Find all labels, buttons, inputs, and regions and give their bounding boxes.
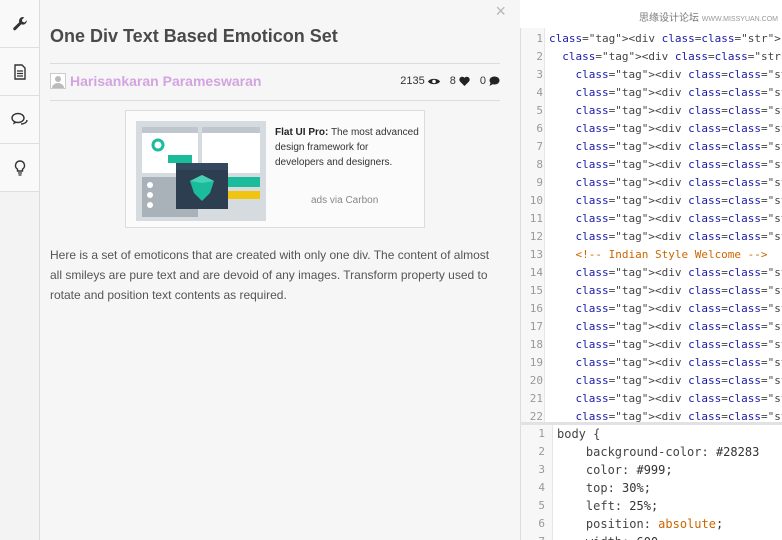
- line-number: 3: [538, 463, 545, 476]
- line-number: 4: [536, 86, 543, 99]
- code-line[interactable]: class="tag"><div class=class="str">"welc…: [549, 266, 782, 279]
- code-line[interactable]: class="tag"><div class=class="str">"oh"c…: [549, 176, 782, 189]
- line-gutter: 1 2 3 4 5 6 7: [521, 425, 553, 540]
- line-number: 10: [529, 194, 543, 207]
- code-line[interactable]: class="tag"><div class=class="str">"indi…: [549, 140, 782, 153]
- line-number: 9: [536, 176, 543, 189]
- line-number: 7: [536, 140, 543, 153]
- ad-via[interactable]: ads via Carbon: [311, 195, 378, 206]
- comments-icon: [10, 112, 28, 125]
- line-number: 12: [529, 230, 543, 243]
- code-line[interactable]: class="tag"><div class=class="str">"mous…: [549, 158, 782, 171]
- code-line[interactable]: class="tag"><div class=class="str">"smil…: [549, 50, 782, 63]
- eye-icon: [427, 78, 440, 84]
- code-line[interactable]: class="tag"><div class=class="str">"chee…: [549, 212, 782, 225]
- hearts-count: 8: [449, 75, 456, 87]
- line-number: 8: [536, 158, 543, 171]
- code-line[interactable]: position: absolute;: [557, 517, 723, 531]
- line-number: 3: [536, 68, 543, 81]
- html-editor[interactable]: 1 2 3 4 5 6 7 8 9 10 11 12 13 14 15 16 17 18 19 20 21 22 clas…: [520, 28, 782, 423]
- line-gutter: 1 2 3 4 5 6 7 8 9 10 11 12 13 14 15 16 17 18 19 20 21 22: [521, 28, 545, 423]
- heart-icon[interactable]: [459, 76, 470, 86]
- line-number: 11: [529, 212, 543, 225]
- author-link[interactable]: Harisankaran Parameswaran: [70, 73, 261, 89]
- code-line[interactable]: class="tag"><div class=class="str">"sad"…: [549, 68, 782, 81]
- line-number: 1: [538, 427, 545, 440]
- wrench-icon: [12, 16, 27, 30]
- avatar[interactable]: [50, 73, 66, 89]
- line-number: 13: [529, 248, 543, 261]
- code-line[interactable]: class="tag"><div class=class="str">"vamp…: [549, 356, 782, 369]
- settings-button[interactable]: [0, 0, 39, 48]
- line-number: 6: [536, 122, 543, 135]
- divider: [50, 100, 500, 101]
- ad-heading: Flat UI Pro:: [275, 127, 329, 138]
- code-line[interactable]: class="tag"><div class=class="str">"laug…: [549, 374, 782, 387]
- editor-topbar: 思缘设计论坛 WWW.MISSYUAN.COM: [520, 0, 782, 28]
- app-window: × One Div Text Based Emoticon Set Harisa…: [0, 0, 782, 540]
- code-line[interactable]: class="tag"><div class=class="str">"wink…: [549, 104, 782, 117]
- line-number: 19: [529, 356, 543, 369]
- carbon-ad[interactable]: Flat UI Pro: The most advanced design fr…: [125, 110, 425, 228]
- stats: 2135 8 0: [400, 75, 500, 87]
- watermark: 思缘设计论坛 WWW.MISSYUAN.COM: [639, 9, 778, 24]
- line-number: 20: [529, 374, 543, 387]
- code-line[interactable]: background-color: #28283: [557, 445, 759, 459]
- line-number: 5: [538, 499, 545, 512]
- page-title: One Div Text Based Emoticon Set: [50, 26, 338, 46]
- line-number: 2: [538, 445, 545, 458]
- flat-ui-illustration: [136, 121, 266, 221]
- line-number: 16: [529, 302, 543, 315]
- css-editor[interactable]: 1234567 body { background-color: #28283 …: [520, 425, 782, 540]
- sidebar-rail: [0, 0, 40, 540]
- code-line[interactable]: width: 600: [557, 535, 658, 540]
- description: Here is a set of emoticons that are crea…: [50, 248, 490, 302]
- details-button[interactable]: [0, 48, 39, 96]
- line-number: 2: [536, 50, 543, 63]
- code-line[interactable]: class="tag"><div class=class="str">"ange…: [549, 320, 782, 333]
- line-number: 4: [538, 481, 545, 494]
- code-line[interactable]: class="tag"><div class=class="str">"mout…: [549, 194, 782, 207]
- code-line[interactable]: class="tag"><div class=class="str">"evil…: [549, 338, 782, 351]
- code-line[interactable]: class="tag"><div class=class="str">"cry"…: [549, 86, 782, 99]
- lightbulb-icon: [14, 159, 25, 176]
- details-panel: × One Div Text Based Emoticon Set Harisa…: [40, 0, 520, 540]
- code-line[interactable]: left: 25%;: [557, 499, 658, 513]
- ad-image[interactable]: [136, 121, 266, 221]
- ad-text[interactable]: Flat UI Pro: The most advanced design fr…: [275, 125, 420, 170]
- code-line[interactable]: class="tag"><div class=class="str">"unde…: [549, 284, 782, 297]
- comments-count: 0: [479, 75, 486, 87]
- line-number: 1: [536, 32, 543, 45]
- line-number: 17: [529, 320, 543, 333]
- line-number: 5: [536, 104, 543, 117]
- comment-icon[interactable]: [489, 76, 500, 86]
- code-line[interactable]: color: #999;: [557, 463, 673, 477]
- watermark-text: 思缘设计论坛: [639, 13, 699, 24]
- tips-button[interactable]: [0, 144, 39, 192]
- close-icon[interactable]: ×: [495, 2, 506, 20]
- code-line[interactable]: class="tag"><div class=class="str">"nap"…: [549, 230, 782, 243]
- line-number: 21: [529, 392, 543, 405]
- line-number: 6: [538, 517, 545, 530]
- user-icon: [52, 76, 64, 88]
- watermark-site: WWW.MISSYUAN.COM: [701, 16, 778, 23]
- code-line[interactable]: body {: [557, 427, 600, 441]
- code-line[interactable]: class="tag"><div class=class="str">"smil…: [549, 32, 782, 45]
- comments-button[interactable]: [0, 96, 39, 144]
- line-number: 18: [529, 338, 543, 351]
- author-row: Harisankaran Parameswaran 2135 8 0: [50, 72, 500, 92]
- views-count: 2135: [400, 75, 425, 87]
- document-icon: [13, 63, 26, 80]
- code-line[interactable]: top: 30%;: [557, 481, 651, 495]
- code-line[interactable]: class="tag"><div class=class="str">"sarc…: [549, 122, 782, 135]
- line-number: 7: [521, 535, 545, 540]
- divider: [50, 63, 500, 64]
- code-line[interactable]: <!-- Indian Style Welcome -->: [549, 248, 767, 261]
- line-number: 15: [529, 284, 543, 297]
- line-number: 14: [529, 266, 543, 279]
- code-line[interactable]: class="tag"><div class=class="str">"part…: [549, 302, 782, 315]
- code-line[interactable]: class="tag"><div class=class="str">"tong…: [549, 392, 782, 405]
